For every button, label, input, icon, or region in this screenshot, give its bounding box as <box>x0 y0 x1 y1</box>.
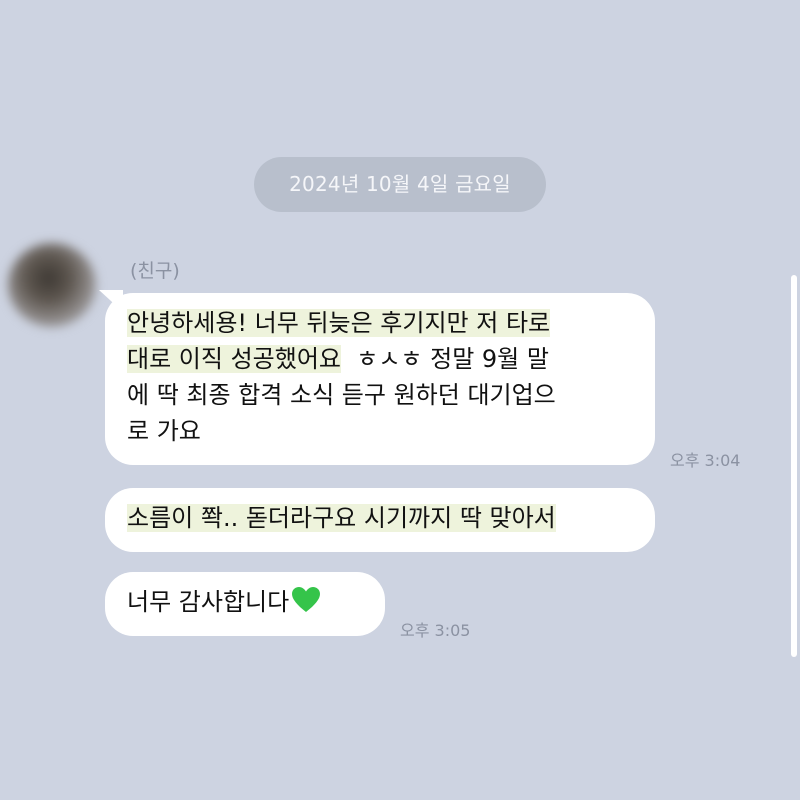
message-1-emoticon-text: ㅎㅅㅎ 정말 9월 말 <box>356 345 549 373</box>
avatar[interactable] <box>8 243 96 327</box>
message-time: 오후 3:04 <box>670 451 741 470</box>
date-separator: 2024년 10월 4일 금요일 <box>254 157 546 212</box>
message-time: 오후 3:05 <box>400 621 471 640</box>
message-1-line-3: 에 딱 최종 합격 소식 듣구 원하던 대기업으 <box>127 381 556 409</box>
message-1-line-1: 안녕하세용! 너무 뒤늦은 후기지만 저 타로 <box>127 309 551 337</box>
message-bubble-1[interactable]: 안녕하세용! 너무 뒤늦은 후기지만 저 타로 대로 이직 성공했어요 ㅎㅅㅎ … <box>105 293 655 465</box>
message-bubble-2[interactable]: 소름이 쫙.. 돋더라구요 시기까지 딱 맞아서 <box>105 488 655 552</box>
sender-name: (친구) <box>130 260 180 282</box>
message-2-text: 소름이 쫙.. 돋더라구요 시기까지 딱 맞아서 <box>127 504 556 532</box>
message-1-line-2: 대로 이직 성공했어요 ㅎㅅㅎ 정말 9월 말 <box>127 345 549 373</box>
message-3-text: 너무 감사합니다 <box>127 584 363 624</box>
message-1-line-4: 로 가요 <box>127 417 201 445</box>
scrollbar[interactable] <box>791 275 797 657</box>
message-bubble-3[interactable]: 너무 감사합니다 <box>105 572 385 636</box>
green-heart-icon <box>291 586 321 624</box>
